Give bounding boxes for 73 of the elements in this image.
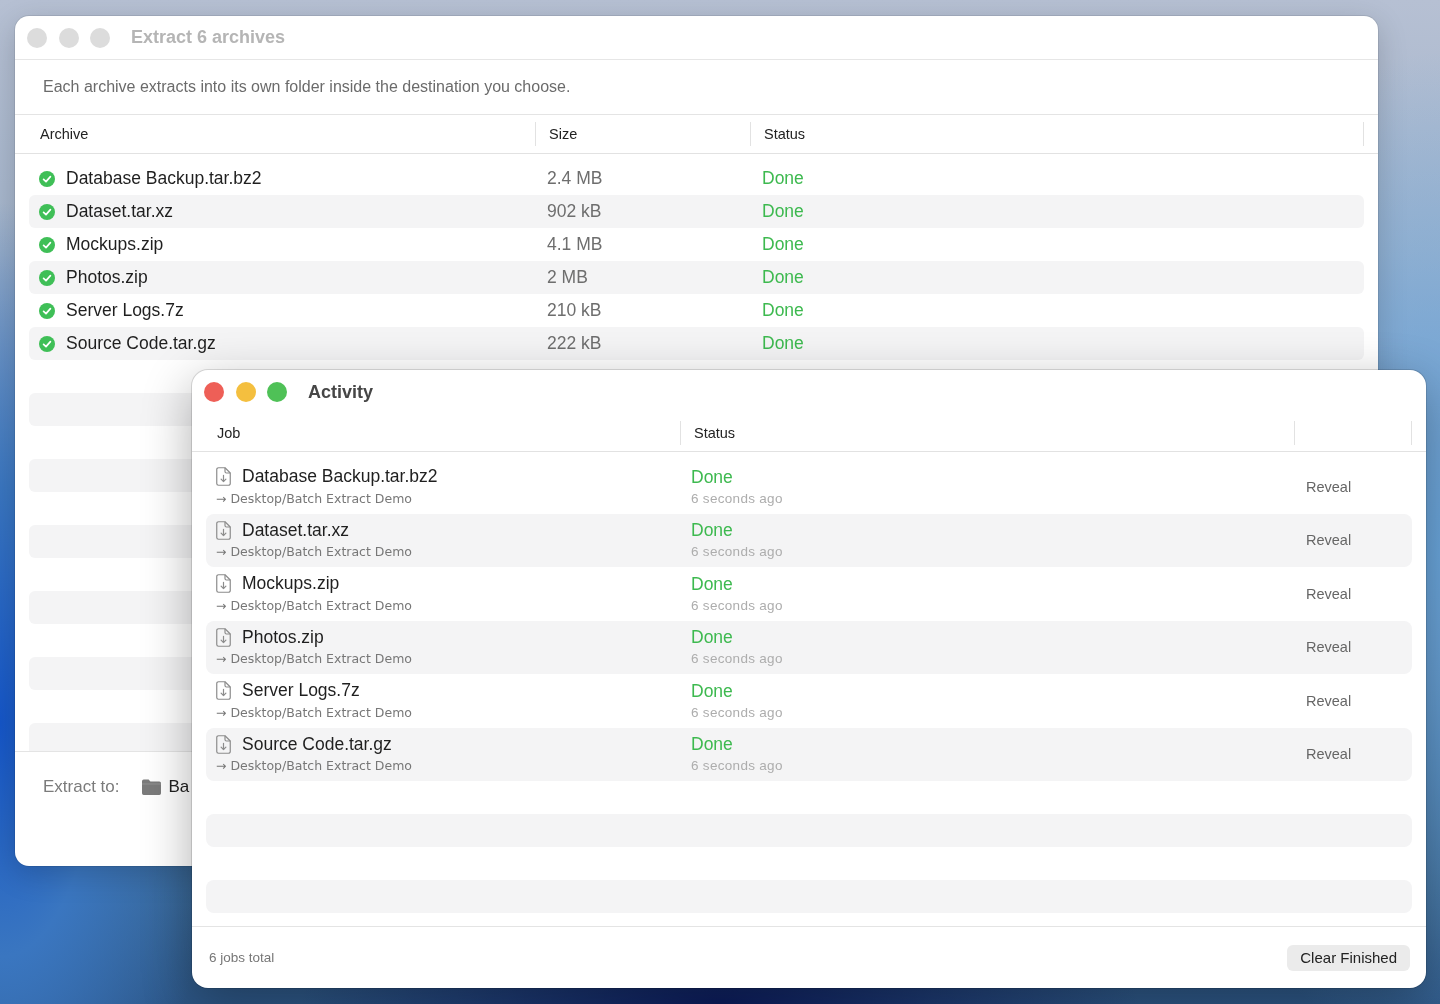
status-text: Done — [762, 168, 805, 189]
status-text: Done — [762, 333, 805, 354]
file-name: Database Backup.tar.bz2 — [66, 168, 262, 189]
status-text: Done — [691, 519, 733, 542]
time-ago: 6 seconds ago — [691, 489, 783, 508]
clear-finished-button[interactable]: Clear Finished — [1287, 944, 1410, 971]
reveal-button[interactable]: Reveal — [1294, 530, 1364, 551]
job-name: Mockups.zip — [242, 573, 340, 595]
reveal-button[interactable]: Reveal — [1294, 744, 1364, 765]
file-name: Dataset.tar.xz — [66, 201, 173, 222]
maximize-button[interactable] — [90, 27, 110, 48]
status-text: Done — [762, 267, 805, 288]
job-name: Source Code.tar.gz — [242, 733, 392, 755]
window-title: Activity — [308, 381, 374, 403]
description-text: Each archive extracts into its own folder inside the destination you choose. — [43, 78, 571, 96]
destination-label: Extract to: — [43, 776, 120, 798]
time-ago: 6 seconds ago — [691, 650, 783, 669]
file-name: Server Logs.7z — [66, 300, 184, 321]
column-header[interactable]: Size — [549, 126, 578, 142]
destination-path: → Desktop/Batch Extract Demo — [216, 650, 412, 669]
job-name: Photos.zip — [242, 626, 324, 648]
reveal-button[interactable]: Reveal — [1294, 690, 1364, 711]
document-download-icon — [216, 627, 231, 647]
file-size: 210 kB — [547, 300, 603, 321]
destination-path: → Desktop/Batch Extract Demo — [216, 757, 412, 776]
file-name: Photos.zip — [66, 267, 148, 288]
close-button[interactable] — [27, 27, 47, 48]
reveal-button[interactable]: Reveal — [1294, 583, 1364, 604]
job-name: Dataset.tar.xz — [242, 519, 349, 541]
job-name: Database Backup.tar.bz2 — [242, 466, 438, 488]
column-header[interactable]: Job — [217, 424, 241, 441]
maximize-button[interactable] — [267, 382, 287, 402]
status-text: Done — [691, 465, 733, 488]
job-name: Server Logs.7z — [242, 680, 360, 702]
close-button[interactable] — [204, 382, 224, 402]
reveal-button[interactable]: Reveal — [1294, 637, 1364, 658]
file-size: 2.4 MB — [547, 168, 604, 189]
document-download-icon — [216, 681, 231, 701]
file-size: 222 kB — [547, 333, 603, 354]
file-name: Source Code.tar.gz — [66, 333, 216, 354]
minimize-button[interactable] — [58, 27, 79, 48]
status-text: Done — [762, 201, 805, 222]
window-title: Extract 6 archives — [131, 27, 286, 48]
destination-path: → Desktop/Batch Extract Demo — [216, 596, 412, 615]
file-size: 4.1 MB — [547, 234, 604, 255]
destination-path: → Desktop/Batch Extract Demo — [216, 703, 412, 722]
document-download-icon — [216, 467, 231, 487]
destination-path: → Desktop/Batch Extract Demo — [216, 489, 412, 508]
status-text: Done — [691, 679, 733, 702]
time-ago: 6 seconds ago — [691, 596, 783, 615]
column-header[interactable]: Archive — [40, 126, 89, 142]
status-text: Done — [762, 234, 805, 255]
document-download-icon — [216, 574, 231, 594]
status-text: Done — [691, 733, 733, 756]
folder-icon — [141, 779, 161, 795]
file-name: Mockups.zip — [66, 234, 164, 255]
time-ago: 6 seconds ago — [691, 543, 783, 562]
status-text: Done — [762, 300, 805, 321]
column-header[interactable]: Status — [694, 424, 736, 441]
destination-path: → Desktop/Batch Extract Demo — [216, 543, 412, 562]
time-ago: 6 seconds ago — [691, 757, 783, 776]
time-ago: 6 seconds ago — [691, 703, 783, 722]
status-text: Done — [691, 626, 733, 649]
reveal-button[interactable]: Reveal — [1294, 476, 1364, 497]
folder-name: Ba — [168, 776, 190, 798]
file-size: 902 kB — [547, 201, 603, 222]
document-download-icon — [216, 520, 231, 540]
minimize-button[interactable] — [235, 382, 256, 402]
column-header[interactable]: Status — [764, 126, 806, 142]
status-text: Done — [691, 572, 733, 595]
job-count: 6 jobs total — [209, 950, 275, 965]
document-download-icon — [216, 734, 231, 754]
file-size: 2 MB — [547, 267, 589, 288]
